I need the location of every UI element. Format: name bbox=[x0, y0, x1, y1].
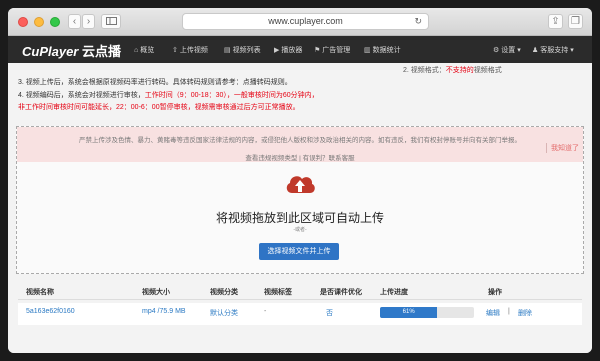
select-file-button[interactable]: 选择视频文件并上传 bbox=[259, 243, 339, 260]
edit-link[interactable]: 编辑 bbox=[486, 308, 500, 318]
format-tip-prefix: 2. 视频格式： bbox=[403, 67, 446, 74]
nav-item-ads[interactable]: ⚑ 广告管理 bbox=[314, 45, 350, 55]
tabs-icon[interactable]: ❐ bbox=[568, 14, 583, 29]
nav-item-overview[interactable]: ⌂ 概览 bbox=[134, 45, 154, 55]
video-tags: - bbox=[264, 308, 267, 315]
col-optimize: 是否课件优化 bbox=[320, 289, 362, 296]
tip-line-4-text: 4. 视频编码后，系统会对视频进行审核， bbox=[18, 92, 145, 99]
violation-link[interactable]: 查看违规视频类型 | 有误判？联系客服 bbox=[17, 152, 583, 162]
col-size: 视频大小 bbox=[142, 289, 170, 296]
back-icon[interactable]: ‹ bbox=[68, 14, 81, 29]
nav-label: 广告管理 bbox=[322, 47, 351, 54]
col-progress: 上传进度 bbox=[380, 289, 408, 296]
delete-link[interactable]: 删除 bbox=[518, 308, 532, 318]
url-text: www.cuplayer.com bbox=[268, 16, 343, 26]
nav-label: 上传视频 bbox=[179, 47, 208, 54]
app-navbar: CuPlayer 云点播 ⌂ 概览 ⇧ 上传视频 ▤ 视频列表 ▶ 播放器 ⚑ 广告管理 … bbox=[8, 36, 592, 63]
nav-label: 概览 bbox=[140, 47, 155, 54]
col-tags: 视频标签 bbox=[264, 289, 292, 296]
progress-label: 61% bbox=[402, 309, 415, 315]
logo-text: CuPlayer bbox=[22, 44, 79, 59]
nav-item-upload[interactable]: ⇧ 上传视频 bbox=[172, 45, 208, 55]
warning-text: 严禁上传涉及色情、暴力、黄赌毒等违反国家法律法规的内容，或侵犯他人版权和涉及政治… bbox=[79, 137, 521, 144]
upload-progress-bar: 61% bbox=[380, 307, 474, 318]
drop-instruction: 将视频拖放到此区域可自动上传 bbox=[215, 211, 384, 225]
home-icon: ⌂ bbox=[134, 47, 139, 54]
list-icon: ▤ bbox=[224, 47, 231, 54]
tip-line-4-highlight: 工作时间（9：00-18：30），一般审核时间为60分钟内， bbox=[144, 92, 319, 99]
minimize-window-button[interactable] bbox=[34, 17, 44, 27]
main-content: 2. 视频格式：不支持的视频格式 3. 视频上传后，系统会根据原视频码率进行转码… bbox=[8, 63, 592, 353]
bell-icon: ♟ bbox=[532, 47, 539, 54]
app-logo[interactable]: CuPlayer 云点播 bbox=[22, 41, 121, 60]
nav-label: 视频列表 bbox=[232, 47, 261, 54]
forward-icon[interactable]: › bbox=[82, 14, 95, 29]
nav-label: 数据统计 bbox=[372, 47, 401, 54]
col-name: 视频名称 bbox=[26, 289, 54, 296]
support-menu[interactable]: ♟ 客服支持 ▾ bbox=[532, 45, 574, 55]
settings-menu[interactable]: ⚙ 设置 ▾ bbox=[493, 45, 521, 55]
cloud-upload-icon bbox=[286, 176, 315, 193]
col-actions: 操作 bbox=[488, 289, 502, 296]
support-label: 客服支持 bbox=[540, 47, 569, 54]
or-separator: -或者- bbox=[293, 227, 307, 233]
dismiss-warning-button[interactable]: 我知道了 bbox=[546, 143, 579, 153]
col-category: 视频分类 bbox=[210, 289, 238, 296]
video-optimize[interactable]: 否 bbox=[326, 308, 333, 318]
format-tip-link[interactable]: 不支持的 bbox=[446, 67, 474, 74]
video-category[interactable]: 默认分类 bbox=[210, 308, 238, 318]
browser-window: ‹ › www.cuplayer.com ↻ ⇪ ❐ CuPlayer 云点播 … bbox=[8, 8, 592, 353]
upload-dropzone[interactable]: 严禁上传涉及色情、暴力、黄赌毒等违反国家法律法规的内容，或侵犯他人版权和涉及政治… bbox=[16, 126, 584, 274]
nav-item-player[interactable]: ▶ 播放器 bbox=[274, 45, 302, 55]
video-name[interactable]: 5a163e62f0160 bbox=[26, 308, 75, 315]
table-row: 5a163e62f0160 mp4 /75.9 MB 默认分类 - 否 61% … bbox=[18, 303, 582, 325]
close-window-button[interactable] bbox=[18, 17, 28, 27]
tip-line-3: 3. 视频上传后，系统会根据原视频码率进行转码。具体转码规则请参考：点播转码规则… bbox=[18, 79, 292, 86]
format-tip: 2. 视频格式：不支持的视频格式 bbox=[403, 65, 502, 75]
nav-item-stats[interactable]: ▥ 数据统计 bbox=[364, 45, 401, 55]
table-divider bbox=[18, 299, 582, 300]
chart-icon: ▥ bbox=[364, 47, 371, 54]
settings-label: 设置 bbox=[501, 47, 516, 54]
maximize-window-button[interactable] bbox=[50, 17, 60, 27]
format-tip-suffix: 视频格式 bbox=[473, 67, 502, 74]
share-icon[interactable]: ⇪ bbox=[548, 14, 563, 29]
upload-icon: ⇧ bbox=[172, 47, 178, 54]
tip-line-4: 4. 视频编码后，系统会对视频进行审核，工作时间（9：00-18：30），一般审… bbox=[18, 90, 319, 100]
tip-line-5: 非工作时间审核时间可能延长，22：00-6：00暂停审核，视频需审核通过后方可正… bbox=[18, 104, 300, 111]
reload-icon[interactable]: ↻ bbox=[414, 14, 422, 29]
address-bar[interactable]: www.cuplayer.com ↻ bbox=[182, 13, 429, 30]
warning-banner: 严禁上传涉及色情、暴力、黄赌毒等违反国家法律法规的内容，或侵犯他人版权和涉及政治… bbox=[17, 127, 583, 162]
gear-icon: ⚙ bbox=[493, 47, 500, 54]
sidebar-toggle-icon[interactable] bbox=[101, 14, 121, 29]
browser-titlebar: ‹ › www.cuplayer.com ↻ ⇪ ❐ bbox=[8, 8, 592, 36]
logo-cn-text: 云点播 bbox=[82, 44, 122, 59]
nav-label: 播放器 bbox=[281, 47, 303, 54]
video-size: mp4 /75.9 MB bbox=[142, 308, 186, 315]
flag-icon: ⚑ bbox=[314, 47, 321, 54]
action-separator: | bbox=[508, 308, 510, 315]
nav-item-video-list[interactable]: ▤ 视频列表 bbox=[224, 45, 261, 55]
play-icon: ▶ bbox=[274, 47, 280, 54]
